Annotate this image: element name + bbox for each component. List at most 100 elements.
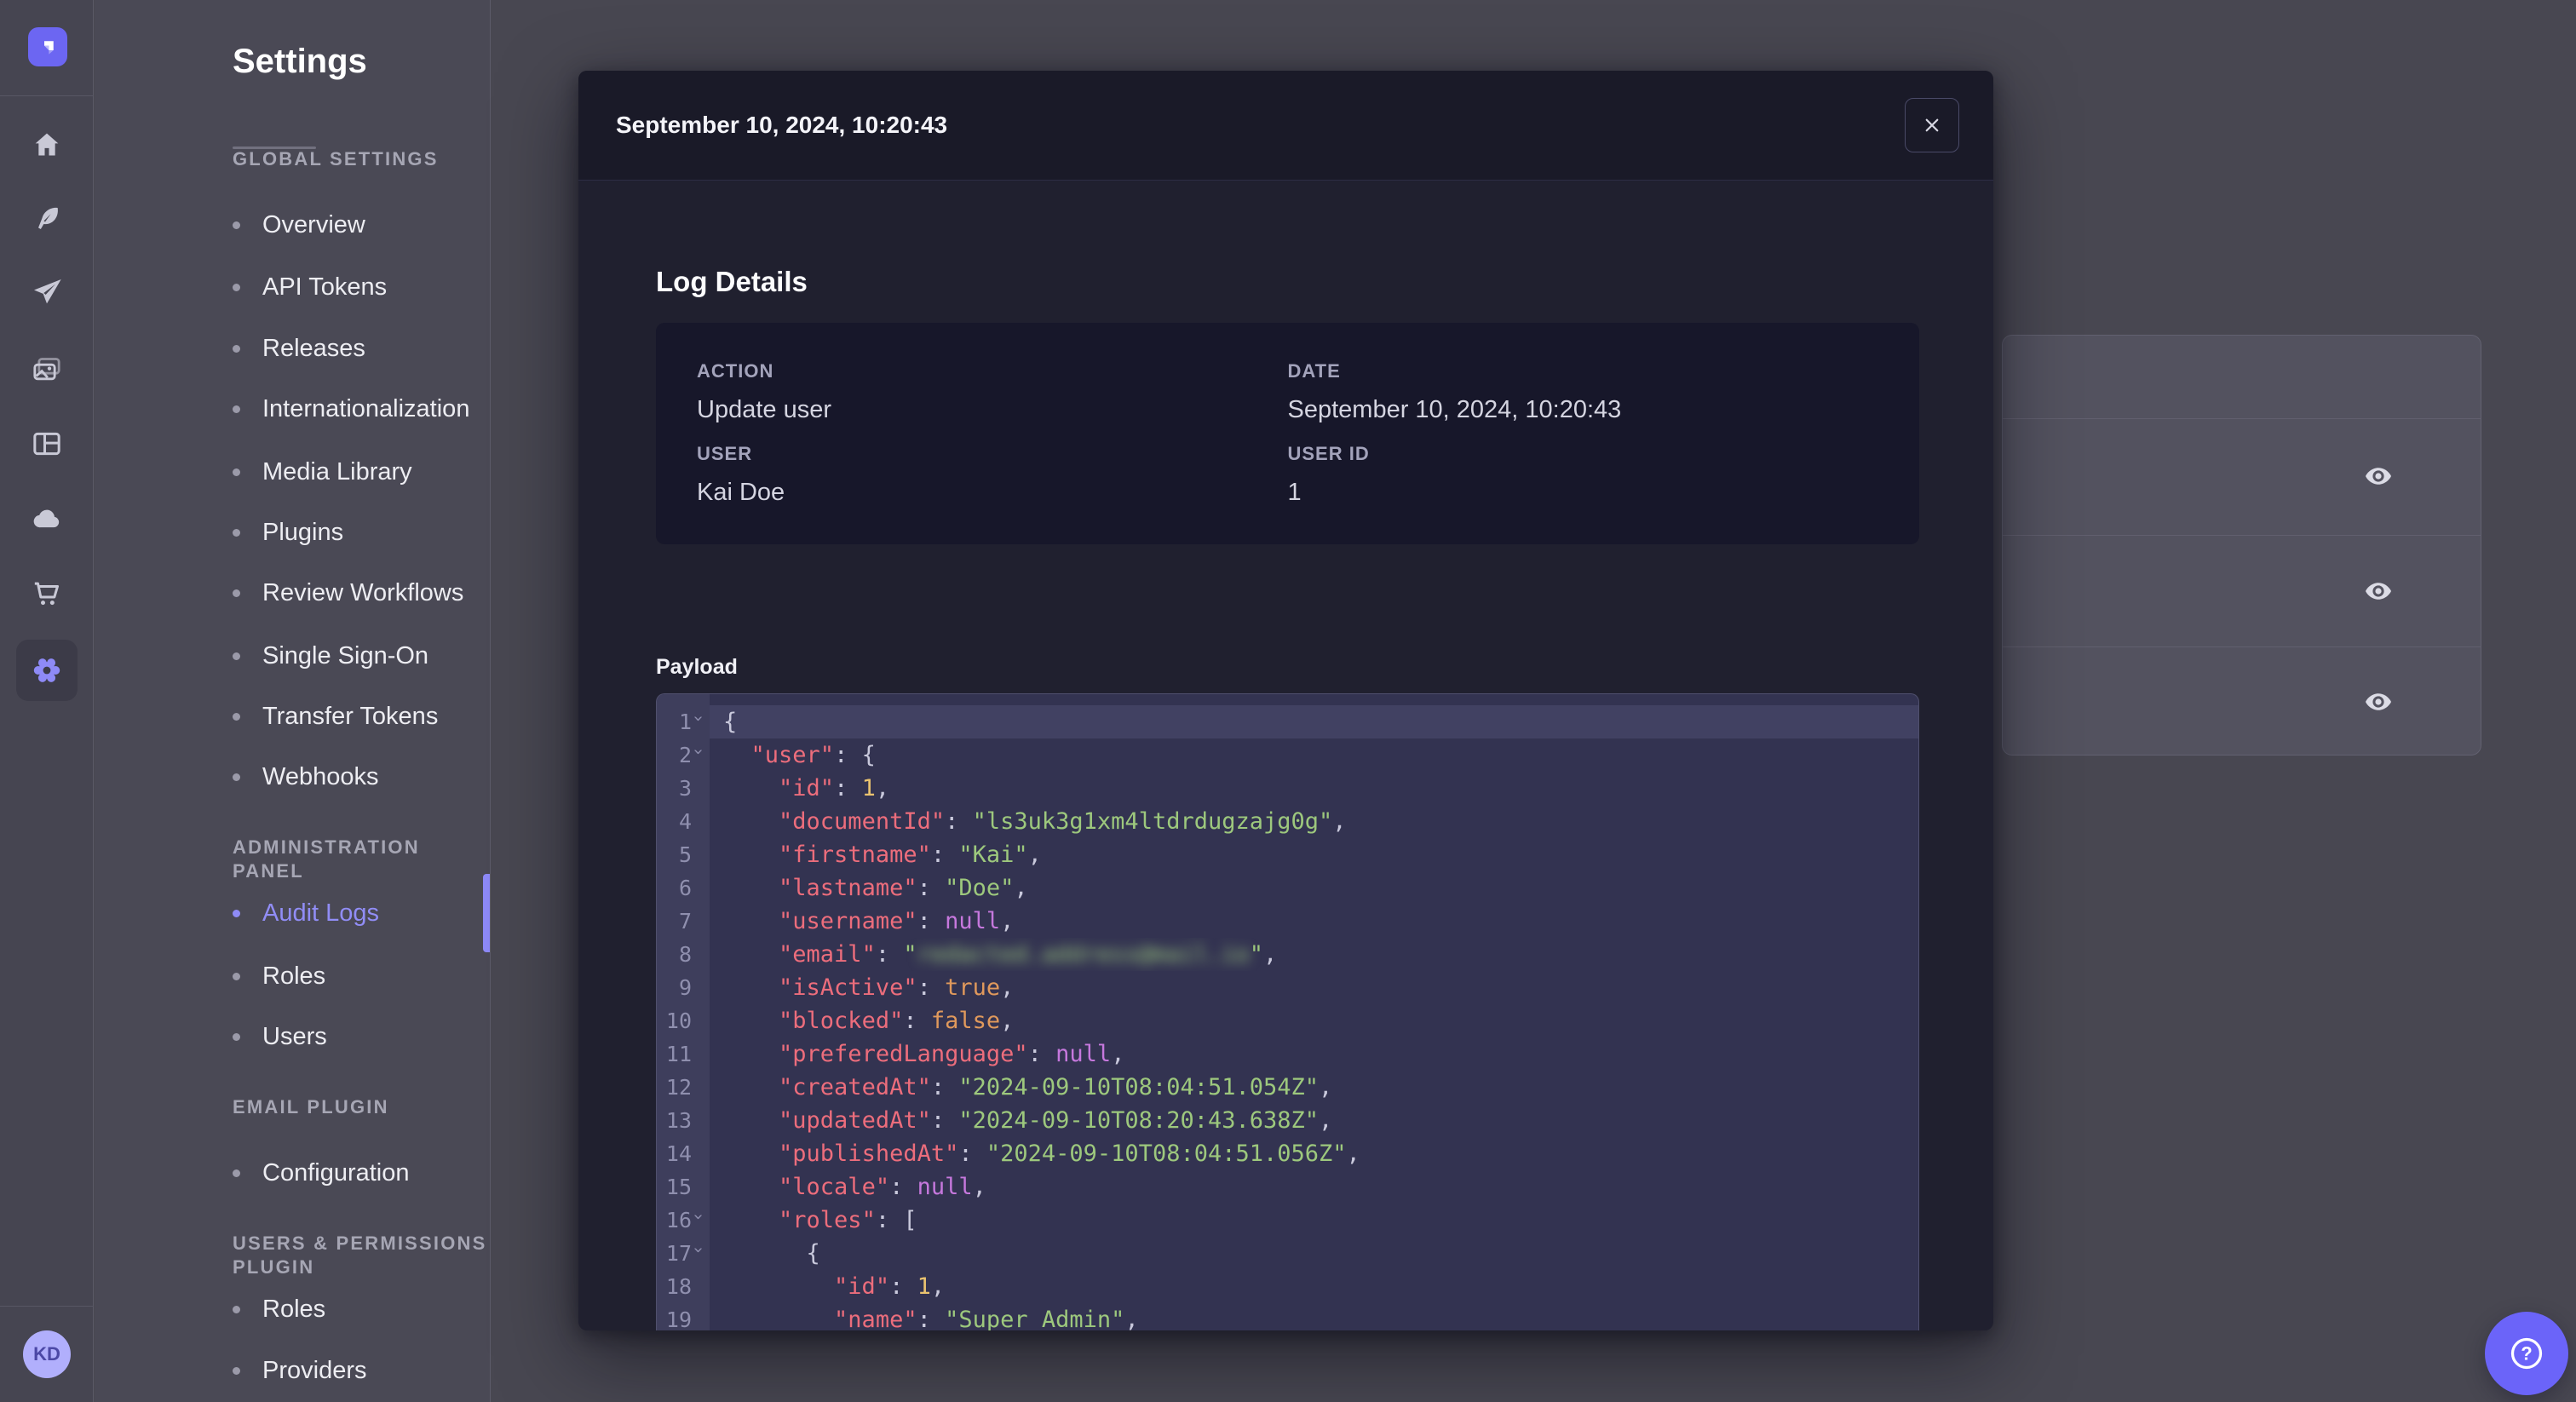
line-number: 6 (657, 871, 710, 905)
bullet-icon (233, 773, 240, 781)
cart-icon (34, 582, 59, 606)
close-modal-button[interactable] (1905, 98, 1959, 152)
code-line: 8 "email": "redacted.address@mail.io", (657, 938, 1918, 971)
fold-chevron-icon[interactable]: › (682, 747, 716, 761)
bullet-icon (233, 909, 240, 917)
sidebar-item-admin-roles[interactable]: Roles (233, 957, 325, 995)
code-line: 18 "id": 1, (657, 1270, 1918, 1303)
sidebar-item-audit-logs[interactable]: Audit Logs (233, 894, 379, 932)
home-icon (35, 133, 59, 156)
sidebar-item-api-tokens[interactable]: API Tokens (233, 268, 387, 306)
code-line: 6 "lastname": "Doe", (657, 871, 1918, 905)
fold-chevron-icon[interactable]: › (682, 1245, 716, 1259)
strapi-logo[interactable] (28, 27, 67, 66)
code-line: 17 › { (657, 1237, 1918, 1270)
line-number: 5 (657, 838, 710, 871)
code-line-content: "email": "redacted.address@mail.io", (779, 941, 1278, 968)
bullet-icon (233, 528, 240, 537)
bullet-icon (233, 652, 240, 660)
bullet-icon (233, 972, 240, 980)
sidebar-item-transfer-tokens[interactable]: Transfer Tokens (233, 698, 438, 735)
field-label: USER (697, 443, 753, 464)
sidebar-item-webhooks[interactable]: Webhooks (233, 758, 379, 796)
cloud-icon (33, 509, 60, 528)
bullet-icon (233, 589, 240, 597)
line-number: 4 (657, 805, 710, 838)
modal-body: Log Details ACTION Update user DATE Sept… (578, 181, 1993, 1330)
nav-content-type-builder[interactable] (0, 193, 94, 244)
nav-settings-active[interactable] (16, 640, 78, 701)
code-line: 19 "name": "Super Admin", (657, 1303, 1918, 1330)
view-log-button[interactable] (2360, 572, 2397, 610)
sidebar-item-admin-users[interactable]: Users (233, 1018, 327, 1055)
user-avatar[interactable]: KD (23, 1330, 71, 1378)
line-number[interactable]: 1 › (657, 705, 710, 738)
bullet-icon (233, 283, 240, 291)
layout-icon (33, 432, 60, 456)
line-number[interactable]: 17 › (657, 1237, 710, 1270)
bullet-icon (233, 1305, 240, 1313)
nav-deploy[interactable] (0, 494, 94, 545)
line-number: 9 (657, 971, 710, 1004)
line-number: 3 (657, 772, 710, 805)
field-value: September 10, 2024, 10:20:43 (1287, 396, 1622, 423)
page-title: Settings (233, 43, 367, 80)
code-line-content: "preferedLanguage": null, (779, 1041, 1125, 1067)
sidebar-item-internationalization[interactable]: Internationalization (233, 390, 469, 428)
line-number: 7 (657, 905, 710, 938)
gear-icon (33, 658, 60, 682)
field-action: ACTION Update user (697, 360, 1288, 424)
strapi-logo-icon (44, 41, 54, 55)
nav-home[interactable] (0, 119, 94, 170)
eye-icon (2366, 583, 2391, 600)
field-value: Kai Doe (697, 479, 785, 506)
payload-code-editor[interactable]: 1 ›{2 › "user": {3 "id": 1, 4 "documentId":… (656, 693, 1919, 1330)
code-line: 12 "createdAt": "2024-09-10T08:04:51.054… (657, 1071, 1918, 1104)
view-log-button[interactable] (2360, 457, 2397, 495)
code-line-content: "username": null, (779, 908, 1015, 934)
view-log-button[interactable] (2360, 683, 2397, 721)
bullet-icon (233, 1169, 240, 1177)
line-number[interactable]: 2 › (657, 738, 710, 772)
line-number: 8 (657, 938, 710, 971)
bullet-icon (233, 221, 240, 229)
nav-marketplace[interactable] (0, 567, 94, 618)
rail-divider-bottom (0, 1306, 94, 1307)
nav-releases[interactable] (0, 267, 94, 318)
sidebar-item-overview[interactable]: Overview (233, 206, 365, 244)
sidebar-item-email-configuration[interactable]: Configuration (233, 1154, 410, 1192)
fold-chevron-icon[interactable]: › (682, 714, 716, 727)
line-number[interactable]: 16 › (657, 1204, 710, 1237)
field-user: USER Kai Doe (697, 443, 1288, 507)
nav-media-library[interactable] (0, 344, 94, 395)
images-icon (33, 358, 60, 381)
sidebar-item-review-workflows[interactable]: Review Workflows (233, 574, 463, 612)
sidebar-item-up-roles[interactable]: Roles (233, 1290, 325, 1328)
code-line-content: "firstname": "Kai", (779, 842, 1042, 868)
close-icon (1925, 118, 1939, 132)
svg-text:?: ? (2521, 1343, 2532, 1365)
question-icon: ? (2510, 1337, 2543, 1370)
code-line-content: "locale": null, (779, 1174, 986, 1200)
modal-title: September 10, 2024, 10:20:43 (616, 112, 948, 138)
code-line-content: "id": 1, (779, 775, 890, 802)
nav-content-manager[interactable] (0, 418, 94, 469)
fold-chevron-icon[interactable]: › (682, 1212, 716, 1226)
line-number: 19 (657, 1303, 710, 1330)
paper-plane-icon (34, 279, 61, 304)
table-row (2003, 535, 2481, 646)
code-line-content: "isActive": true, (779, 974, 1015, 1001)
field-label: ACTION (697, 360, 774, 382)
sidebar-item-media-library[interactable]: Media Library (233, 453, 412, 491)
sidebar-item-releases[interactable]: Releases (233, 330, 365, 367)
code-line: 9 "isActive": true, (657, 971, 1918, 1004)
code-line: 10 "blocked": false, (657, 1004, 1918, 1037)
sidebar-item-up-providers[interactable]: Providers (233, 1352, 367, 1389)
help-button[interactable]: ? (2485, 1312, 2568, 1395)
line-number: 11 (657, 1037, 710, 1071)
code-line: 3 "id": 1, (657, 772, 1918, 805)
code-line-content: "updatedAt": "2024-09-10T08:20:43.638Z", (779, 1107, 1333, 1134)
bullet-icon (233, 468, 240, 476)
sidebar-item-plugins[interactable]: Plugins (233, 514, 343, 551)
sidebar-item-single-sign-on[interactable]: Single Sign-On (233, 637, 428, 675)
